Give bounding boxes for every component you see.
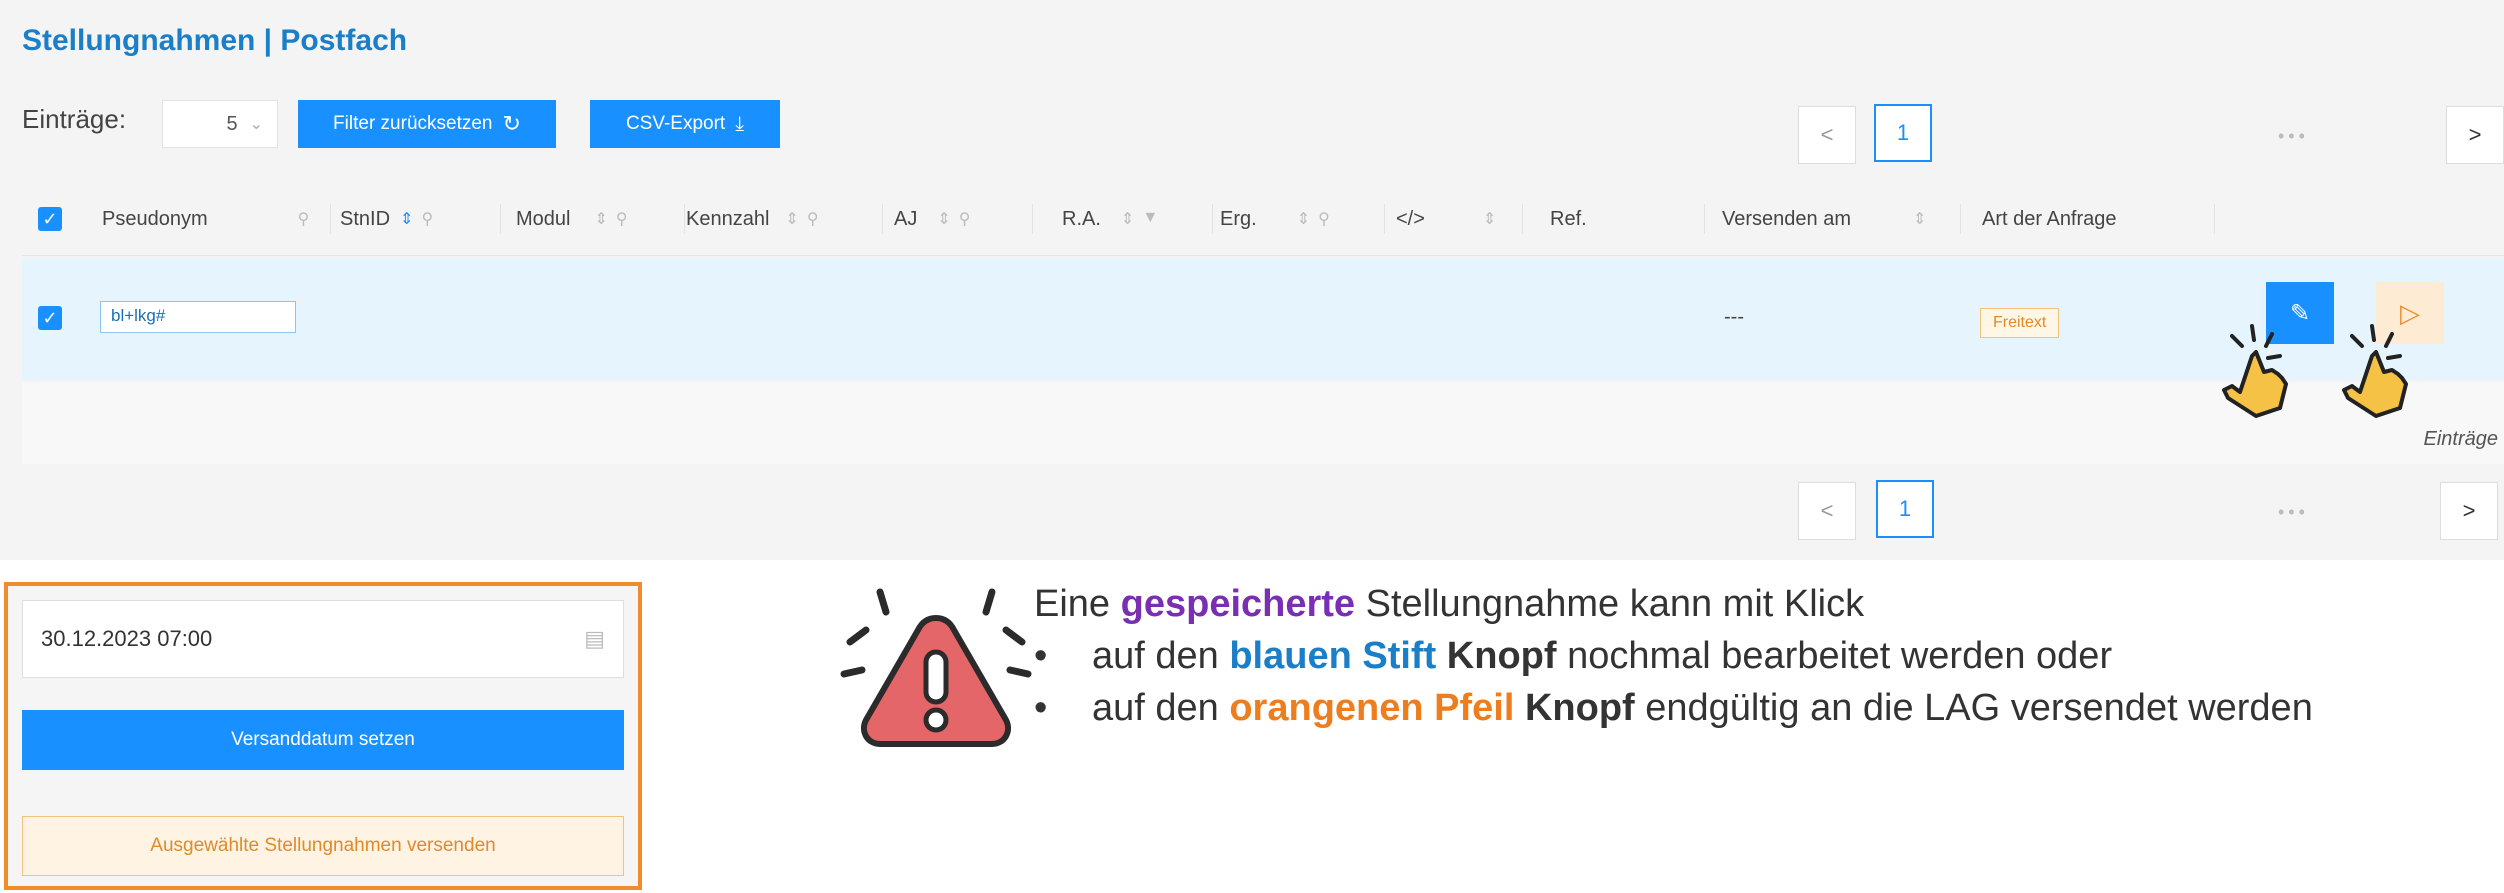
pager-next-button[interactable]: > bbox=[2446, 106, 2504, 164]
column-art-der-anfrage[interactable]: Art der Anfrage bbox=[1982, 182, 2117, 256]
search-icon[interactable]: ⚲ bbox=[1318, 209, 1330, 229]
column-aj[interactable]: AJ ⇕ ⚲ bbox=[894, 182, 970, 256]
pseudonym-field[interactable]: bl+lkg# bbox=[100, 301, 296, 333]
note-bullet-1: • auf den blauen Stift Knopf nochmal bear… bbox=[1034, 635, 2113, 677]
pager-prev-button[interactable]: < bbox=[1798, 106, 1856, 164]
column-ra[interactable]: R.A. ⇕ ▼ bbox=[1062, 182, 1158, 256]
search-icon[interactable]: ⚲ bbox=[807, 209, 819, 229]
search-icon[interactable]: ⚲ bbox=[298, 209, 310, 229]
calendar-icon[interactable]: ▤ bbox=[584, 626, 605, 652]
column-versenden-am[interactable]: Versenden am ⇕ bbox=[1722, 182, 1926, 256]
send-panel: 30.12.2023 07:00 ▤ Versanddatum setzen A… bbox=[4, 582, 642, 890]
send-selected-button[interactable]: Ausgewählte Stellungnahmen versenden bbox=[22, 816, 624, 876]
hand-cursor-icon bbox=[2342, 324, 2408, 418]
select-all-checkbox[interactable]: ✓ bbox=[38, 207, 62, 231]
csv-export-button[interactable]: CSV-Export ⤓ bbox=[590, 100, 780, 148]
search-icon[interactable]: ⚲ bbox=[421, 209, 433, 229]
note-line-1: Eine gespeicherte Stellungnahme kann mit… bbox=[1034, 583, 1865, 625]
art-der-anfrage-tag: Freitext bbox=[1980, 308, 2060, 338]
column-kennzahl[interactable]: Kennzahl ⇕ ⚲ bbox=[686, 182, 819, 256]
send-date-input[interactable]: 30.12.2023 07:00 ▤ bbox=[22, 600, 624, 678]
chevron-down-icon: ⌄ bbox=[249, 116, 263, 133]
versenden-am-value: --- bbox=[1724, 306, 1744, 328]
postfach-panel: Stellungnahmen | Postfach Einträge: 5 ⌄ … bbox=[0, 0, 2504, 560]
column-code[interactable]: </> ⇕ bbox=[1396, 182, 1496, 256]
note-bullet-2: • auf den orangenen Pfeil Knopf endgültig… bbox=[1034, 687, 2313, 729]
csv-export-label: CSV-Export bbox=[625, 113, 726, 134]
page-title: Stellungnahmen | Postfach bbox=[22, 24, 408, 57]
column-modul[interactable]: Modul ⇕ ⚲ bbox=[516, 182, 628, 256]
pager-page-1-bottom[interactable]: 1 bbox=[1876, 480, 1934, 538]
search-icon[interactable]: ⚲ bbox=[616, 209, 628, 229]
page-size-value: 5 bbox=[226, 112, 238, 135]
warning-icon bbox=[840, 588, 1032, 747]
sort-icon[interactable]: ⇕ bbox=[937, 209, 950, 229]
pager-ellipsis-bottom[interactable]: ••• bbox=[2278, 502, 2309, 523]
page-size-select[interactable]: 5 ⌄ bbox=[162, 100, 278, 148]
instruction-note: Eine gespeicherte Stellungnahme kann mit… bbox=[1034, 578, 2313, 734]
pager-prev-button-bottom[interactable]: < bbox=[1798, 482, 1856, 540]
sort-icon[interactable]: ⇕ bbox=[1913, 209, 1926, 229]
table-footer-row: Einträge bbox=[22, 382, 2504, 464]
sort-icon[interactable]: ⇕ bbox=[1297, 209, 1310, 229]
sort-icon[interactable]: ⇕ bbox=[400, 209, 413, 229]
send-date-value: 30.12.2023 07:00 bbox=[41, 626, 213, 651]
entries-footer-label: Einträge bbox=[2423, 428, 2499, 450]
column-erg[interactable]: Erg. ⇕ ⚲ bbox=[1220, 182, 1330, 256]
row-checkbox[interactable]: ✓ bbox=[38, 306, 62, 330]
table-row[interactable]: ✓ bl+lkg# --- Freitext ✎ ▷ bbox=[22, 258, 2504, 380]
pager-page-1[interactable]: 1 bbox=[1874, 104, 1932, 162]
set-send-date-button[interactable]: Versanddatum setzen bbox=[22, 710, 624, 770]
pager-next-button-bottom[interactable]: > bbox=[2440, 482, 2498, 540]
filter-icon[interactable]: ▼ bbox=[1142, 209, 1158, 229]
sort-icon[interactable]: ⇕ bbox=[594, 209, 607, 229]
reset-filter-label: Filter zurücksetzen bbox=[333, 113, 493, 134]
refresh-icon: ↻ bbox=[502, 111, 521, 136]
reset-filter-button[interactable]: Filter zurücksetzen ↻ bbox=[298, 100, 556, 148]
download-icon: ⤓ bbox=[735, 112, 745, 135]
hand-cursor-icon bbox=[2222, 324, 2288, 418]
table-header: ✓ Pseudonym ⚲ StnID ⇕ ⚲ Modul ⇕ ⚲ Kennzahl… bbox=[22, 182, 2504, 256]
column-stnid[interactable]: StnID ⇕ ⚲ bbox=[340, 182, 433, 256]
entries-label: Einträge: bbox=[22, 104, 127, 134]
sort-icon[interactable]: ⇕ bbox=[1121, 209, 1134, 229]
column-ref[interactable]: Ref. bbox=[1550, 182, 1587, 256]
column-pseudonym[interactable]: Pseudonym ⚲ bbox=[102, 182, 309, 256]
pager-ellipsis[interactable]: ••• bbox=[2278, 126, 2309, 147]
sort-icon[interactable]: ⇕ bbox=[1483, 209, 1496, 229]
sort-icon[interactable]: ⇕ bbox=[785, 209, 798, 229]
search-icon[interactable]: ⚲ bbox=[959, 209, 971, 229]
